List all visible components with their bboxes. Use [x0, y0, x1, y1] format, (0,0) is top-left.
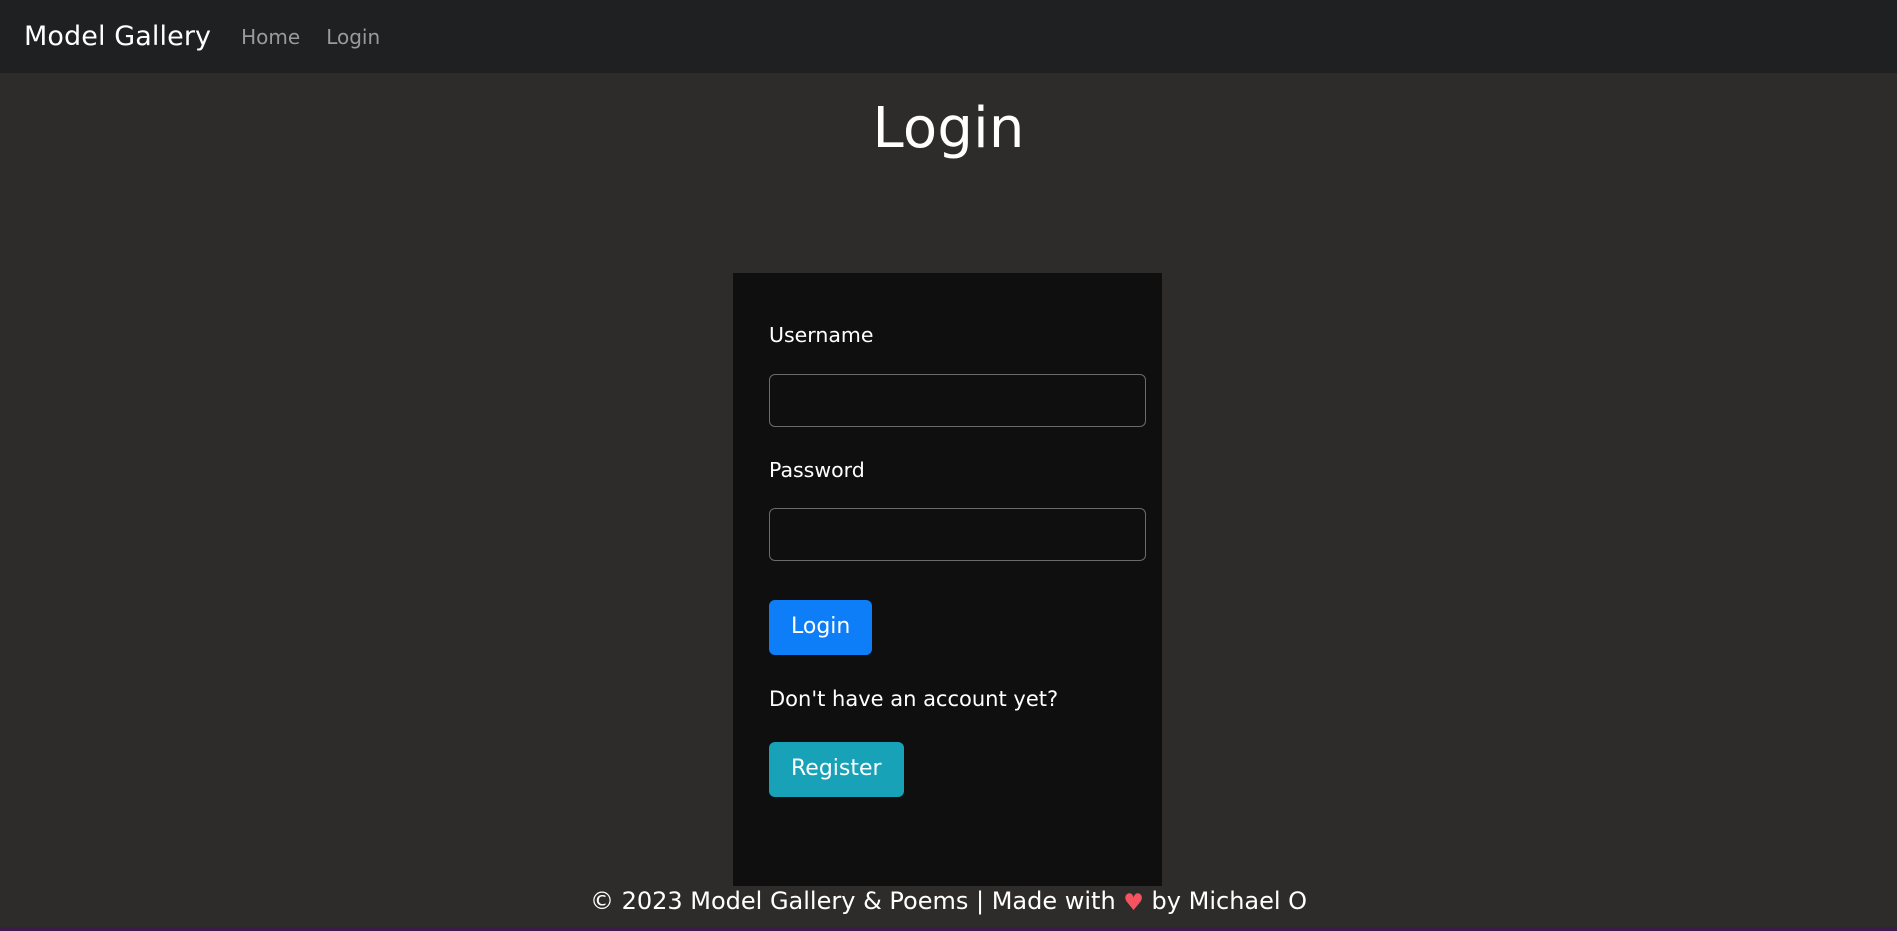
register-button[interactable]: Register: [769, 742, 904, 797]
footer: © 2023 Model Gallery & Poems | Made with…: [0, 889, 1897, 927]
navbar: Model Gallery Home Login: [0, 0, 1897, 73]
password-input[interactable]: [769, 508, 1146, 561]
signup-prompt: Don't have an account yet?: [769, 687, 1059, 711]
bottom-accent-strip: [0, 927, 1897, 931]
navbar-links: Home Login: [241, 27, 380, 47]
register-button-row: Register: [769, 710, 1126, 797]
page-title: Login: [872, 96, 1025, 161]
login-card: Username Password Login Don't have an ac…: [733, 273, 1162, 886]
username-label: Username: [769, 323, 874, 347]
nav-link-login[interactable]: Login: [326, 27, 380, 47]
login-button-row: Login: [769, 561, 1126, 655]
footer-text-after: by Michael O: [1143, 887, 1308, 915]
nav-link-home[interactable]: Home: [241, 27, 300, 47]
navbar-brand[interactable]: Model Gallery: [24, 23, 211, 50]
password-label: Password: [769, 457, 865, 482]
username-input[interactable]: [769, 373, 1146, 427]
heart-icon: ♥: [1123, 890, 1144, 916]
footer-text-before: © 2023 Model Gallery & Poems | Made with: [589, 887, 1124, 915]
login-button[interactable]: Login: [769, 600, 873, 655]
main-content: Login Username Password Login Don't have…: [0, 73, 1897, 886]
